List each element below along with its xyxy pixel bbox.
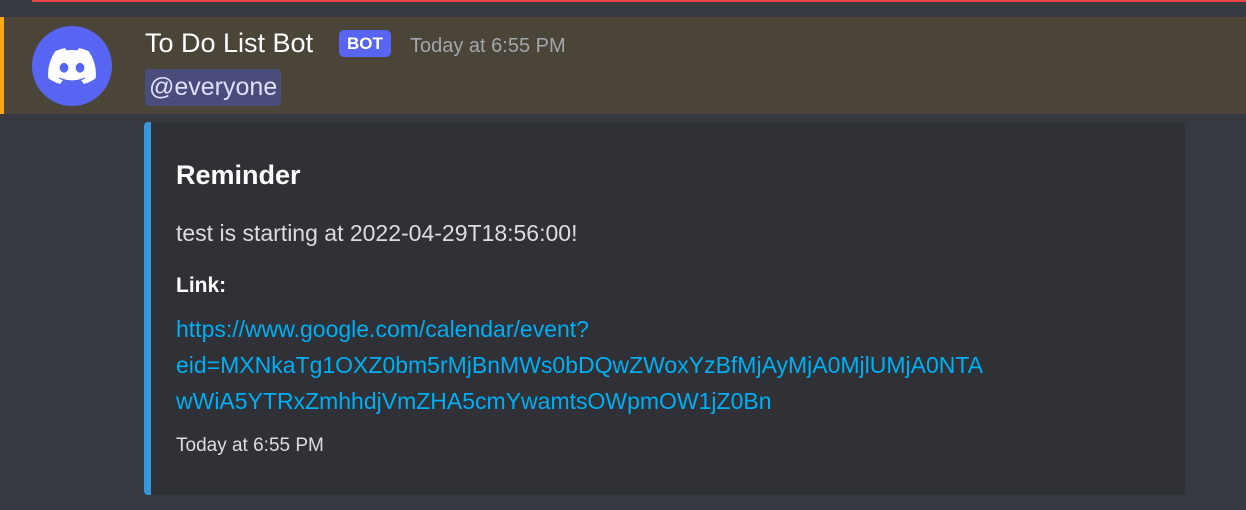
link-line: https://www.google.com/calendar/event? xyxy=(176,316,589,342)
message-timestamp[interactable]: Today at 6:55 PM xyxy=(410,35,566,58)
embed-footer-timestamp: Today at 6:55 PM xyxy=(176,435,324,456)
embed-description: test is starting at 2022-04-29T18:56:00! xyxy=(176,220,578,246)
author-name[interactable]: To Do List Bot xyxy=(145,28,313,59)
link-line: eid=MXNkaTg1OXZ0bm5rMjBnMWs0bDQwZWoxYzBf… xyxy=(176,352,984,378)
link-line: wWiA5YTRxZmhhdjVmZHA5cmYwamtsOWpmOW1jZ0B… xyxy=(176,388,772,414)
mention-highlight-bar xyxy=(0,17,4,114)
calendar-event-link[interactable]: https://www.google.com/calendar/event? e… xyxy=(176,311,1166,419)
embed-title: Reminder xyxy=(176,160,301,190)
embed-card: Reminder test is starting at 2022-04-29T… xyxy=(144,122,1185,495)
bot-tag: BOT xyxy=(339,30,391,57)
discord-logo-icon xyxy=(48,48,96,84)
embed-field-name: Link: xyxy=(176,274,227,297)
avatar[interactable] xyxy=(32,26,112,106)
new-messages-divider xyxy=(32,0,1246,2)
everyone-mention[interactable]: @everyone xyxy=(145,69,282,106)
